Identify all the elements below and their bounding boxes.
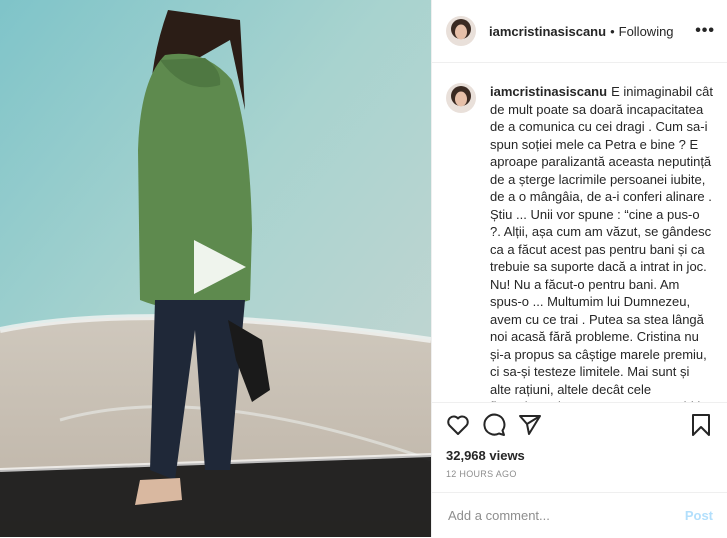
video-player[interactable] — [0, 0, 431, 537]
post-panel: iamcristinasiscanu • Following ••• iamcr… — [431, 0, 727, 537]
separator-dot: • — [610, 23, 615, 39]
view-count[interactable]: 32,968 views — [446, 448, 525, 463]
share-icon[interactable] — [518, 413, 542, 437]
more-options-icon[interactable]: ••• — [695, 22, 715, 40]
caption-area: iamcristinasiscanu E inimaginabil cât de … — [432, 63, 727, 402]
timestamp[interactable]: 12 HOURS AGO — [446, 469, 517, 479]
comment-icon[interactable] — [482, 413, 506, 437]
heart-icon[interactable] — [446, 413, 470, 437]
comment-input[interactable] — [446, 507, 685, 524]
following-button[interactable]: Following — [619, 24, 674, 39]
play-icon[interactable] — [188, 236, 250, 298]
caption-avatar[interactable] — [446, 83, 476, 113]
caption-text: E inimaginabil cât de mult poate sa doar… — [490, 84, 713, 402]
add-comment-bar: Post — [432, 492, 727, 538]
action-bar: 32,968 views 12 HOURS AGO Post — [432, 402, 727, 538]
post-button[interactable]: Post — [685, 508, 713, 523]
caption-text-block: iamcristinasiscanu E inimaginabil cât de … — [490, 83, 713, 402]
avatar[interactable] — [446, 16, 476, 46]
header-username[interactable]: iamcristinasiscanu — [489, 24, 606, 39]
post-header: iamcristinasiscanu • Following ••• — [432, 0, 727, 63]
bookmark-icon[interactable] — [689, 413, 713, 437]
caption-username[interactable]: iamcristinasiscanu — [490, 84, 607, 99]
